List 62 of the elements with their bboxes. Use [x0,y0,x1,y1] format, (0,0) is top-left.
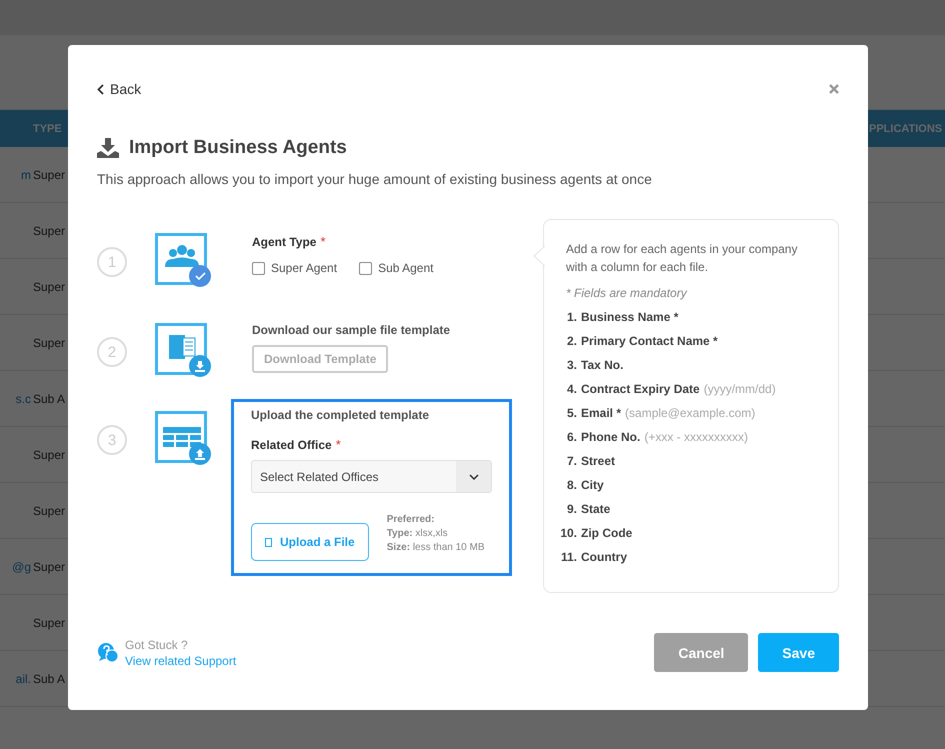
field-item: 1. Business Name * [566,309,680,326]
table-cell-text: s.c [16,392,32,406]
close-icon[interactable] [829,84,839,94]
table-cell: Super [33,616,66,630]
field-item: 3. Tax No. [566,357,624,374]
field-item: 9. State [566,501,612,518]
field-item: 5. Email * (sample@example.com) [566,405,756,422]
download-template-button[interactable]: Download Template [252,345,388,373]
chevron-left-icon [97,84,104,94]
file-rule: Size: less than 10 MB [386,541,485,555]
dialog-title: Import Business Agents [129,137,347,159]
table-cell: Super [33,280,66,294]
field-item: 8. City [566,477,605,494]
table-cell: Super [33,560,66,574]
file-rule: Type: xlsx,xls [386,527,449,541]
check-badge-icon [189,265,211,287]
upload-badge-icon [189,443,211,465]
required-mark: * [320,234,326,249]
back-link[interactable]: Back [97,81,142,97]
help-text: Got Stuck ? [125,638,189,652]
support-link[interactable]: View related Support [125,654,236,668]
preferred-label: Preferred: [386,513,436,527]
download-badge-icon [189,355,211,377]
mandatory-note: * Fields are mandatory [566,286,688,300]
step-icon [155,233,207,285]
cancel-button[interactable]: Cancel [654,633,748,672]
table-cell-text: m [21,168,32,182]
column-header: PPLICATIONS [869,122,944,134]
field-item: 2. Primary Contact Name * [566,333,719,350]
table-cell: Super [33,504,66,518]
help-chat-icon [97,642,119,664]
dialog-description: This approach allows you to import your huge amount of existing business agents at once [97,171,653,187]
table-cell: Sub A [33,392,66,406]
table-cell-text: ail. [16,672,32,686]
step-icon [155,323,207,375]
download-icon [97,138,119,158]
field-item: 11. Country [560,549,628,566]
save-button[interactable]: Save [758,633,839,672]
table-cell: Super [33,448,66,462]
info-intro: Add a row for each agents in your company with a column for each file. [566,241,798,276]
office-select[interactable]: Select Related Offices [251,460,492,493]
required-mark: * [336,437,341,452]
field-label: Agent Type [252,235,316,249]
checkbox-option[interactable]: Super Agent [252,261,338,275]
checkbox-option[interactable]: Sub Agent [359,261,434,275]
table-cell: Super [33,224,66,238]
file-icon [265,538,272,546]
field-label: Related Office [251,438,332,452]
field-item: 4. Contract Expiry Date (yyyy/mm/dd) [566,381,777,398]
step-label: Upload the completed template [251,408,430,422]
upload-button[interactable]: Upload a File [251,523,369,561]
table-cell-text: @g [12,560,32,574]
chevron-down-icon [468,474,478,480]
field-item: 7. Street [566,453,616,470]
table-cell: Sub A [33,672,66,686]
table-cell: Super [33,336,66,350]
column-header: TYPE [33,122,63,134]
field-item: 10. Zip Code [559,525,634,542]
field-item: 6. Phone No. (+xxx - xxxxxxxxxx) [566,429,750,446]
step-icon [155,411,207,463]
table-cell: Super [33,168,66,182]
step-label: Download our sample file template [252,323,452,337]
